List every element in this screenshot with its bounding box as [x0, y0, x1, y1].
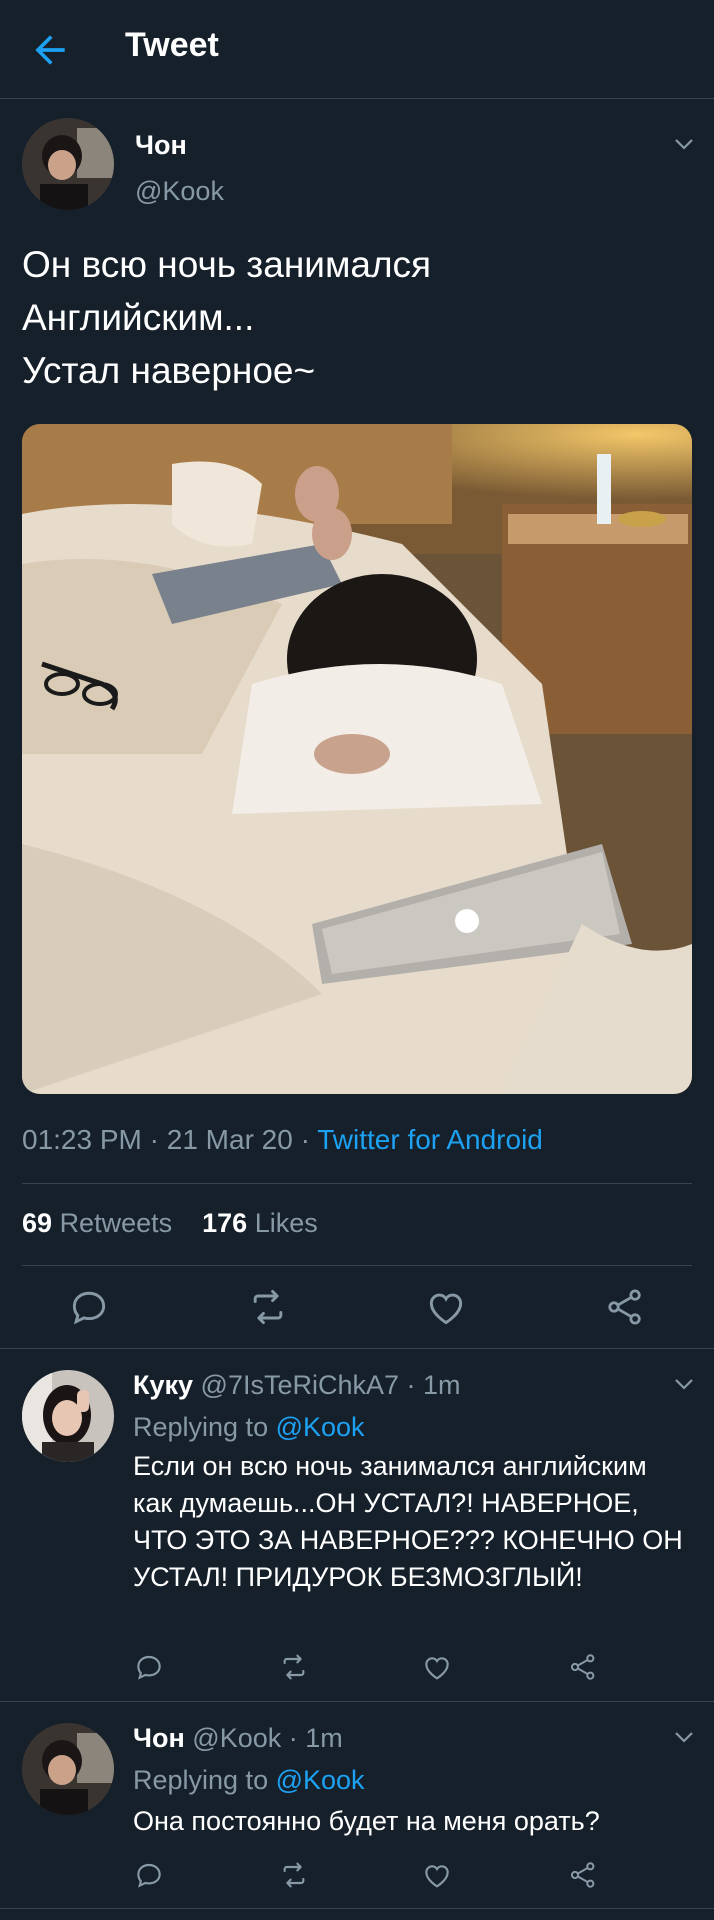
like-icon[interactable]: [424, 1285, 468, 1329]
retweet-icon[interactable]: [278, 1859, 310, 1891]
tweet-source-link[interactable]: Twitter for Android: [317, 1124, 543, 1155]
tweet-text: Он всю ночь занимался Английским... Уста…: [22, 244, 432, 391]
author-name[interactable]: Чон: [135, 130, 187, 161]
share-icon[interactable]: [567, 1651, 599, 1683]
tweet-meta: 01:23 PM · 21 Mar 20 · Twitter for Andro…: [22, 1124, 543, 1155]
reply-icon[interactable]: [133, 1859, 165, 1891]
divider: [22, 1183, 692, 1184]
back-arrow-icon[interactable]: [28, 28, 72, 72]
reply-author-handle[interactable]: @Kook: [192, 1723, 281, 1753]
replying-to-link[interactable]: @Kook: [276, 1412, 365, 1442]
share-icon[interactable]: [567, 1859, 599, 1891]
page-title: Tweet: [125, 26, 219, 64]
like-icon[interactable]: [421, 1859, 453, 1891]
likes-stat[interactable]: 176 Likes: [202, 1208, 318, 1238]
chevron-down-icon[interactable]: [672, 132, 696, 156]
reply-icon[interactable]: [133, 1651, 165, 1683]
like-icon[interactable]: [421, 1651, 453, 1683]
author-handle[interactable]: @Kook: [135, 176, 224, 207]
divider: [22, 1265, 692, 1266]
reply-avatar[interactable]: [22, 1723, 114, 1815]
reply-icon[interactable]: [67, 1285, 111, 1329]
avatar[interactable]: [22, 118, 114, 210]
chevron-down-icon[interactable]: [672, 1372, 696, 1396]
retweet-icon[interactable]: [246, 1285, 290, 1329]
replying-to-link[interactable]: @Kook: [276, 1765, 365, 1795]
reply-time: 1m: [423, 1370, 461, 1400]
replying-to: Replying to @Kook: [133, 1765, 365, 1795]
reply-header: Куку @7IsTeRiChkA7 · 1m: [133, 1370, 461, 1400]
tweet-stats: 69 Retweets 176 Likes: [22, 1208, 318, 1239]
reply-author-name[interactable]: Чон: [133, 1723, 185, 1753]
reply-author-handle[interactable]: @7IsTeRiChkA7: [201, 1370, 399, 1400]
reply-text: Если он всю ночь занимался английским ка…: [133, 1451, 683, 1592]
tweet-photo[interactable]: [22, 424, 692, 1094]
reply-text: Она постоянно будет на меня орать?: [133, 1806, 600, 1836]
reply-author-name[interactable]: Куку: [133, 1370, 193, 1400]
share-icon[interactable]: [603, 1285, 647, 1329]
retweets-stat[interactable]: 69 Retweets: [22, 1208, 172, 1238]
divider: [0, 1908, 714, 1909]
divider: [0, 1348, 714, 1349]
reply-avatar[interactable]: [22, 1370, 114, 1462]
tweet-time: 01:23 PM: [22, 1124, 142, 1155]
retweet-icon[interactable]: [278, 1651, 310, 1683]
top-bar: Tweet: [0, 0, 714, 99]
replying-to: Replying to @Kook: [133, 1412, 365, 1442]
divider: [0, 1701, 714, 1702]
reply-header: Чон @Kook · 1m: [133, 1723, 343, 1753]
reply-time: 1m: [305, 1723, 343, 1753]
chevron-down-icon[interactable]: [672, 1725, 696, 1749]
tweet-date: 21 Mar 20: [166, 1124, 293, 1155]
